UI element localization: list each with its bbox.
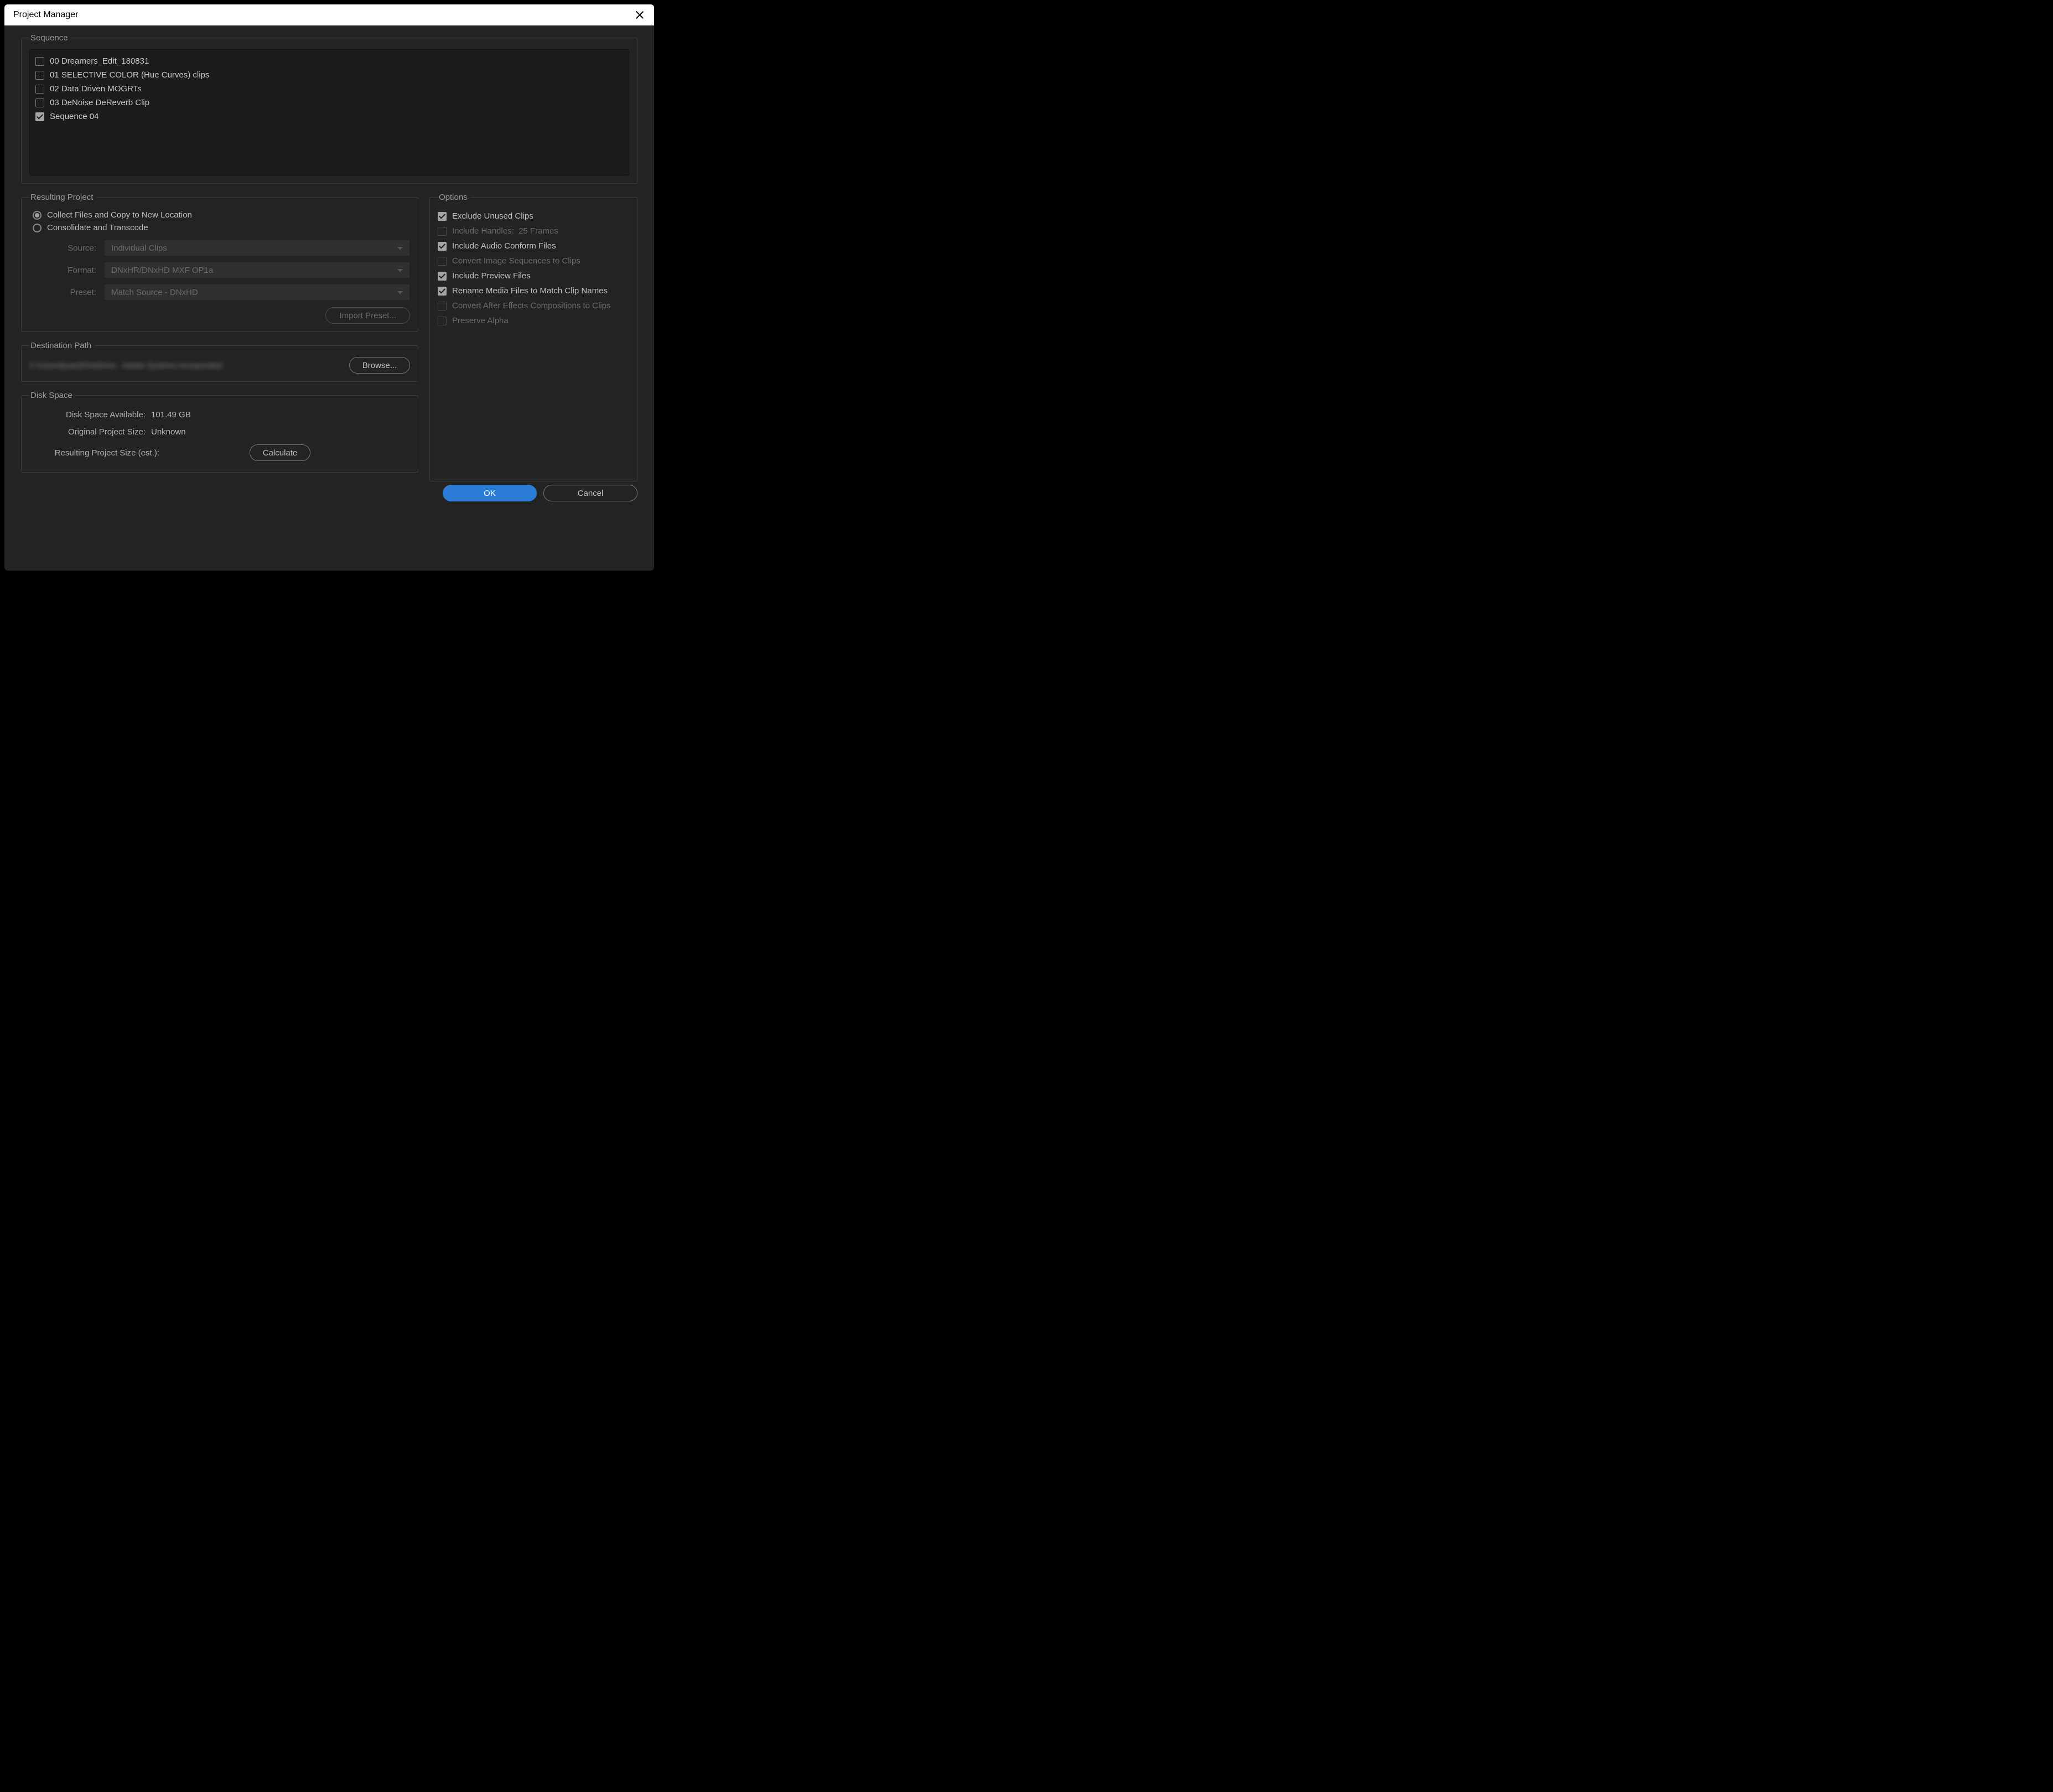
checkbox: [438, 302, 447, 310]
sequence-label: 02 Data Driven MOGRTs: [50, 84, 142, 94]
disk-space-group: Disk Space Disk Space Available: 101.49 …: [21, 391, 418, 473]
dialog-footer: OK Cancel: [21, 481, 637, 501]
checkbox: [438, 317, 447, 325]
source-label: Source:: [40, 244, 104, 253]
radio-label: Collect Files and Copy to New Location: [47, 210, 192, 220]
option-label: Convert After Effects Compositions to Cl…: [452, 301, 611, 310]
option-exclude-unused[interactable]: Exclude Unused Clips: [438, 209, 629, 224]
checkbox[interactable]: [438, 242, 447, 251]
destination-path-text: C:\Users\[user]\OneDrive - Adobe Systems…: [29, 361, 222, 370]
option-label: Include Audio Conform Files: [452, 241, 556, 251]
option-audio-conform[interactable]: Include Audio Conform Files: [438, 239, 629, 253]
sequence-list: 00 Dreamers_Edit_180831 01 SELECTIVE COL…: [29, 49, 629, 175]
option-label: Preserve Alpha: [452, 316, 509, 325]
format-row: Format: DNxHR/DNxHD MXF OP1a: [29, 262, 410, 278]
sequence-item[interactable]: 02 Data Driven MOGRTs: [35, 82, 623, 96]
checkbox[interactable]: [35, 71, 44, 80]
checkbox[interactable]: [438, 272, 447, 281]
close-icon[interactable]: [635, 11, 644, 19]
source-select[interactable]: Individual Clips: [104, 240, 410, 256]
disk-orig-value: Unknown: [151, 427, 186, 437]
resulting-legend: Resulting Project: [29, 193, 96, 202]
preset-row: Preset: Match Source - DNxHD: [29, 284, 410, 301]
destination-group: Destination Path C:\Users\[user]\OneDriv…: [21, 341, 418, 382]
option-convert-ae-comps: Convert After Effects Compositions to Cl…: [438, 298, 629, 313]
sequence-item[interactable]: Sequence 04: [35, 110, 623, 123]
option-label: Convert Image Sequences to Clips: [452, 256, 580, 266]
option-label: Rename Media Files to Match Clip Names: [452, 286, 608, 296]
option-label: Exclude Unused Clips: [452, 211, 533, 221]
ok-button[interactable]: OK: [443, 485, 537, 501]
preset-select[interactable]: Match Source - DNxHD: [104, 284, 410, 301]
radio-button[interactable]: [33, 224, 42, 232]
checkbox[interactable]: [438, 212, 447, 221]
calculate-button[interactable]: Calculate: [250, 444, 310, 461]
sequence-legend: Sequence: [29, 33, 71, 43]
checkbox: [438, 227, 447, 236]
checkbox[interactable]: [438, 287, 447, 296]
window-title: Project Manager: [13, 10, 78, 20]
sequence-item[interactable]: 03 DeNoise DeReverb Clip: [35, 96, 623, 110]
disk-avail-value: 101.49 GB: [151, 410, 191, 419]
checkbox[interactable]: [35, 112, 44, 121]
option-preserve-alpha: Preserve Alpha: [438, 313, 629, 328]
option-include-handles: Include Handles: 25 Frames: [438, 224, 629, 239]
format-label: Format:: [40, 266, 104, 275]
disk-result-label: Resulting Project Size (est.):: [29, 448, 165, 458]
main-columns: Resulting Project Collect Files and Copy…: [21, 193, 637, 481]
disk-orig-label: Original Project Size:: [29, 427, 151, 437]
disk-legend: Disk Space: [29, 391, 76, 400]
option-include-preview[interactable]: Include Preview Files: [438, 268, 629, 283]
radio-collect[interactable]: Collect Files and Copy to New Location: [29, 209, 410, 221]
options-legend: Options: [438, 193, 471, 202]
checkbox[interactable]: [35, 99, 44, 107]
preset-label: Preset:: [40, 288, 104, 297]
project-manager-window: Project Manager Sequence 00 Dreamers_Edi…: [4, 4, 654, 571]
cancel-button[interactable]: Cancel: [543, 485, 637, 501]
source-row: Source: Individual Clips: [29, 240, 410, 256]
left-column: Resulting Project Collect Files and Copy…: [21, 193, 418, 481]
option-label: Include Preview Files: [452, 271, 531, 281]
checkbox[interactable]: [35, 57, 44, 66]
destination-legend: Destination Path: [29, 341, 95, 350]
sequence-item[interactable]: 00 Dreamers_Edit_180831: [35, 54, 623, 68]
radio-consolidate[interactable]: Consolidate and Transcode: [29, 221, 410, 234]
sequence-item[interactable]: 01 SELECTIVE COLOR (Hue Curves) clips: [35, 68, 623, 82]
format-select[interactable]: DNxHR/DNxHD MXF OP1a: [104, 262, 410, 278]
titlebar: Project Manager: [4, 4, 654, 25]
sequence-label: 03 DeNoise DeReverb Clip: [50, 98, 149, 107]
disk-avail-label: Disk Space Available:: [29, 410, 151, 419]
select-value: DNxHR/DNxHD MXF OP1a: [111, 266, 213, 275]
option-rename-media[interactable]: Rename Media Files to Match Clip Names: [438, 283, 629, 298]
dialog-body: Sequence 00 Dreamers_Edit_180831 01 SELE…: [4, 25, 654, 571]
sequence-group: Sequence 00 Dreamers_Edit_180831 01 SELE…: [21, 33, 637, 184]
sequence-label: 01 SELECTIVE COLOR (Hue Curves) clips: [50, 70, 209, 80]
checkbox: [438, 257, 447, 266]
select-value: Individual Clips: [111, 244, 167, 253]
option-convert-image-seq: Convert Image Sequences to Clips: [438, 253, 629, 268]
resulting-project-group: Resulting Project Collect Files and Copy…: [21, 193, 418, 332]
browse-button[interactable]: Browse...: [349, 357, 410, 374]
sequence-label: 00 Dreamers_Edit_180831: [50, 56, 149, 66]
right-column: Options Exclude Unused Clips Include Han…: [429, 193, 637, 481]
options-group: Options Exclude Unused Clips Include Han…: [429, 193, 637, 481]
checkbox[interactable]: [35, 85, 44, 94]
select-value: Match Source - DNxHD: [111, 288, 198, 297]
radio-button[interactable]: [33, 211, 42, 220]
sequence-label: Sequence 04: [50, 112, 98, 121]
import-preset-button[interactable]: Import Preset...: [325, 307, 410, 324]
radio-label: Consolidate and Transcode: [47, 223, 148, 232]
option-label: Include Handles: 25 Frames: [452, 226, 558, 236]
